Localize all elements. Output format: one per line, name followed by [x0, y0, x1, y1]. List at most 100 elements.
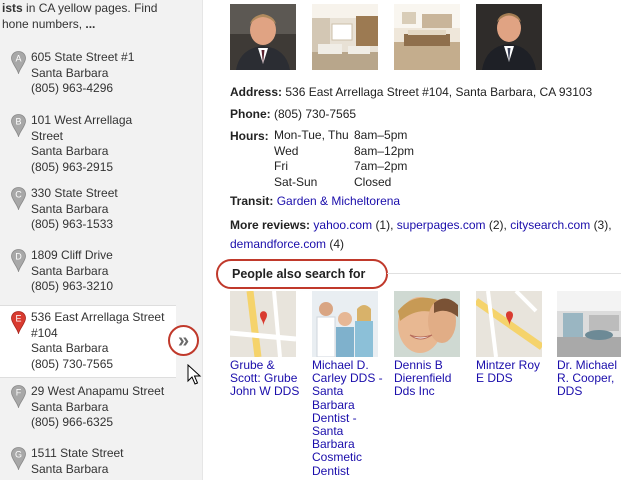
- hours-time: Closed: [354, 174, 392, 189]
- related-name-michael-carley[interactable]: Michael D. Carley DDS - Santa Barbara De…: [312, 358, 384, 478]
- review-count: (4): [329, 237, 345, 251]
- review-count: (2),: [488, 218, 507, 232]
- map-pin-d-icon: D: [11, 249, 26, 272]
- result-city: Santa Barbara: [31, 263, 109, 278]
- transit-row: Transit: Garden & Micheltorena: [230, 193, 400, 209]
- result-city: Santa Barbara: [31, 399, 109, 414]
- result-address[interactable]: 1809 Cliff Drive: [31, 248, 174, 264]
- result-item-g[interactable]: G 1511 State Street Santa Barbara: [0, 442, 178, 480]
- hours-row: Mon-Tue, Thu 8am–5pm: [274, 128, 414, 144]
- people-also-search-title: People also search for: [232, 267, 366, 281]
- hours-time: 8am–5pm: [354, 128, 408, 142]
- related-thumb-map-2[interactable]: [476, 291, 542, 357]
- hours-time: 7am–2pm: [354, 159, 408, 173]
- photo-office-interior-1[interactable]: [312, 4, 378, 70]
- map-pin-c-icon: C: [11, 187, 26, 210]
- intro-text-line1: in CA yellow pages. Find: [22, 1, 158, 15]
- hours-day: Mon-Tue, Thu: [274, 128, 349, 142]
- transit-label: Transit:: [230, 194, 274, 208]
- related-name-michael-cooper[interactable]: Dr. Michael R. Cooper, DDS: [557, 358, 621, 399]
- photo-dentist-portrait-2[interactable]: [476, 4, 542, 70]
- hours-day: Wed: [274, 143, 299, 158]
- hours-row: Fri 7am–2pm: [274, 159, 414, 175]
- section-divider: [387, 273, 621, 274]
- phone-row: Phone: (805) 730-7565: [230, 106, 356, 122]
- hours-label: Hours:: [230, 129, 269, 143]
- result-item-f[interactable]: F 29 West Anapamu Street Santa Barbara (…: [0, 380, 178, 435]
- review-link-citysearch[interactable]: citysearch.com: [510, 218, 590, 232]
- pin-letter: B: [15, 117, 21, 127]
- transit-link[interactable]: Garden & Micheltorena: [277, 194, 400, 208]
- result-address[interactable]: 29 West Anapamu Street: [31, 384, 174, 400]
- hours-day: Fri: [274, 159, 288, 173]
- result-address[interactable]: 1511 State Street: [31, 446, 174, 462]
- review-link-yahoo[interactable]: yahoo.com: [313, 218, 372, 232]
- hours-row: Wed 8am–12pm: [274, 144, 414, 160]
- double-chevron-right-icon: »: [177, 329, 190, 352]
- related-name-mintzer-roy[interactable]: Mintzer Roy E DDS: [476, 358, 548, 385]
- reviews-row-2: demandforce.com (4): [230, 236, 344, 252]
- map-pin-e-icon: E: [11, 311, 26, 334]
- result-city: Santa Barbara: [31, 65, 109, 80]
- result-phone: (805) 966-6325: [31, 415, 114, 429]
- related-name-grube-scott[interactable]: Grube & Scott: Grube John W DDS: [230, 358, 302, 399]
- pin-letter: E: [15, 314, 21, 324]
- review-count: (1),: [375, 218, 394, 232]
- result-item-a[interactable]: A 605 State Street #1 Santa Barbara (805…: [0, 46, 178, 101]
- phone-value: (805) 730-7565: [274, 107, 357, 121]
- result-address[interactable]: 330 State Street: [31, 186, 174, 202]
- review-link-superpages[interactable]: superpages.com: [397, 218, 486, 232]
- map-pin-b-icon: B: [11, 114, 26, 137]
- intro-bold-text: ists: [2, 1, 23, 15]
- photo-office-interior-2[interactable]: [394, 4, 460, 70]
- hours-row: Sat-Sun Closed: [274, 175, 414, 191]
- result-city: Santa Barbara: [31, 341, 109, 355]
- intro-text-line2: hone numbers,: [2, 17, 86, 31]
- results-list-pane: ists in CA yellow pages. Find hone numbe…: [0, 0, 202, 480]
- pin-letter: G: [15, 450, 22, 460]
- people-also-search-heading: People also search for: [216, 259, 388, 289]
- intro-more-link[interactable]: ...: [85, 17, 95, 31]
- result-phone: (805) 963-3210: [31, 279, 114, 293]
- review-count: (3),: [593, 218, 612, 232]
- related-name-dennis-dierenfield[interactable]: Dennis B Dierenfield Dds Inc: [394, 358, 466, 399]
- result-item-c[interactable]: C 330 State Street Santa Barbara (805) 9…: [0, 182, 178, 237]
- result-phone: (805) 730-7565: [31, 356, 114, 371]
- result-item-b[interactable]: B 101 West Arrellaga Street Santa Barbar…: [0, 109, 178, 179]
- place-details-pane: Address: 536 East Arrellaga Street #104,…: [202, 0, 621, 480]
- reviews-row: More reviews: yahoo.com (1), superpages.…: [230, 217, 612, 233]
- address-value: 536 East Arrellaga Street #104, Santa Ba…: [285, 85, 593, 99]
- mouse-pointer-icon: [187, 364, 202, 385]
- photo-dentist-portrait-1[interactable]: [230, 4, 296, 70]
- map-pin-g-icon: G: [11, 447, 26, 470]
- pin-letter: A: [15, 54, 21, 64]
- results-intro-text: ists in CA yellow pages. Find hone numbe…: [2, 0, 200, 32]
- expand-details-button[interactable]: »: [168, 325, 199, 356]
- pin-letter: D: [15, 252, 22, 262]
- result-phone: (805) 963-2915: [31, 159, 114, 174]
- result-address[interactable]: 605 State Street #1: [31, 50, 174, 66]
- result-item-d[interactable]: D 1809 Cliff Drive Santa Barbara (805) 9…: [0, 244, 178, 299]
- pin-letter: C: [15, 190, 22, 200]
- review-link-demandforce[interactable]: demandforce.com: [230, 237, 326, 251]
- address-label: Address:: [230, 85, 283, 99]
- related-thumb-office[interactable]: [557, 291, 621, 357]
- reviews-label: More reviews:: [230, 218, 311, 232]
- result-phone: (805) 963-1533: [31, 217, 114, 231]
- result-city: Santa Barbara: [31, 144, 109, 158]
- related-thumb-map-1[interactable]: [230, 291, 296, 357]
- map-pin-a-icon: A: [11, 51, 26, 74]
- hours-time: 8am–12pm: [354, 143, 415, 158]
- hours-label-row: Hours:: [230, 128, 269, 144]
- result-city: Santa Barbara: [31, 201, 109, 216]
- result-address[interactable]: 536 East Arrellaga Street #104: [31, 310, 171, 341]
- related-thumb-dental-team[interactable]: [312, 291, 378, 357]
- address-row: Address: 536 East Arrellaga Street #104,…: [230, 84, 592, 100]
- phone-label: Phone:: [230, 107, 271, 121]
- map-pin-f-icon: F: [11, 385, 26, 408]
- result-item-e-selected[interactable]: E 536 East Arrellaga Street #104 Santa B…: [0, 305, 176, 378]
- hours-day: Sat-Sun: [274, 174, 318, 189]
- related-thumb-smile[interactable]: [394, 291, 460, 357]
- hours-table: Mon-Tue, Thu 8am–5pm Wed 8am–12pm Fri 7am–2…: [274, 128, 414, 190]
- result-address[interactable]: 101 West Arrellaga Street: [31, 113, 141, 144]
